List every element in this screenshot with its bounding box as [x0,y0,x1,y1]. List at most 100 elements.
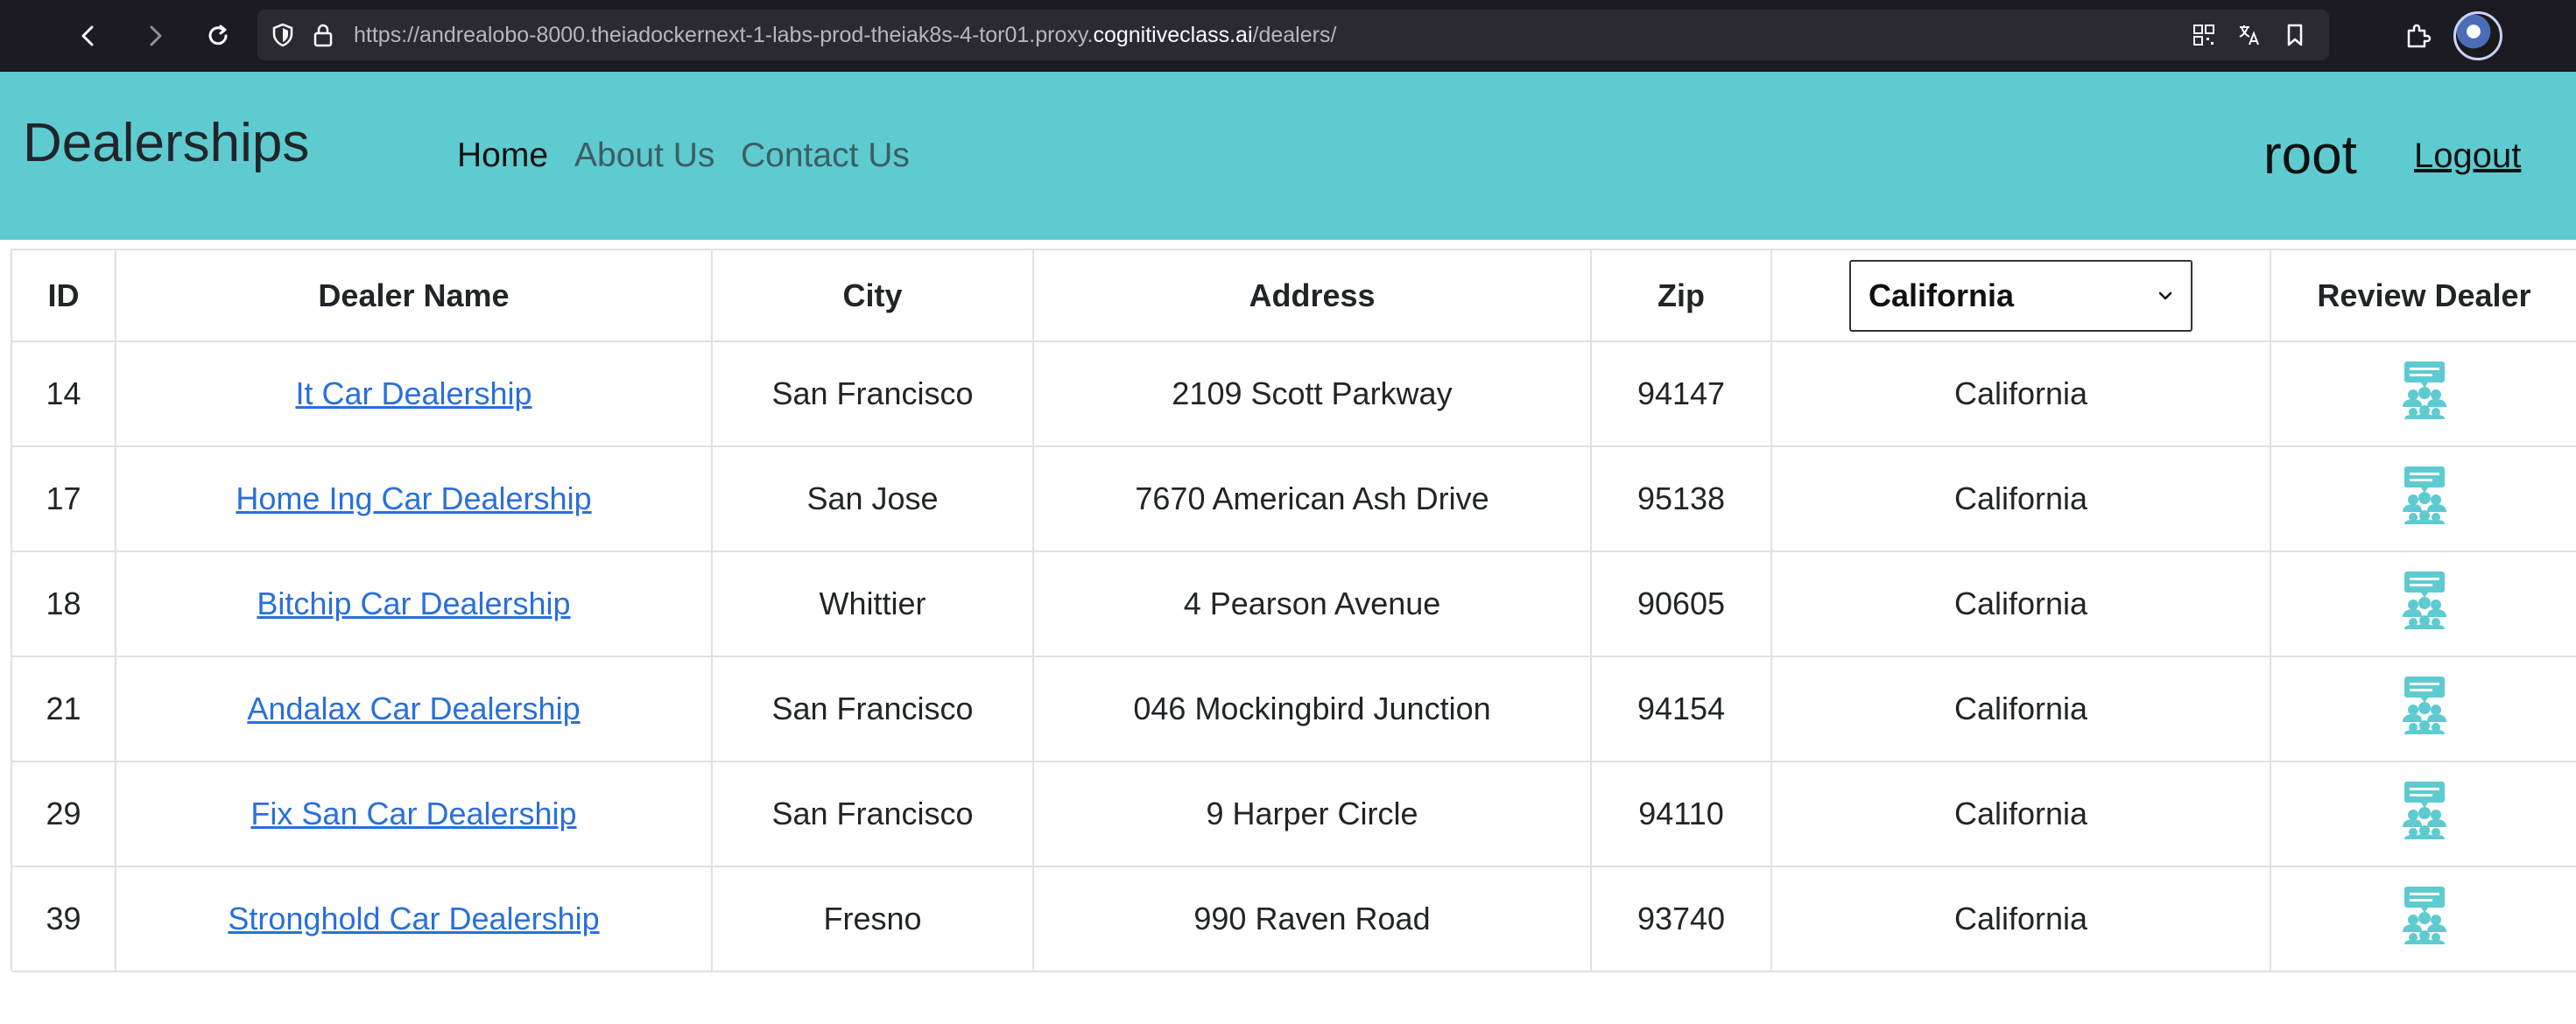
dealer-address: 990 Raven Road [1193,901,1431,936]
table-row: 21 Andalax Car Dealership San Francisco … [12,656,2576,762]
cell-city: Fresno [712,866,1034,972]
cell-address: 7670 American Ash Drive [1033,446,1592,552]
table-header-row: ID Dealer Name City Address Zip Californ… [12,250,2576,342]
cell-dealer-name: Fix San Car Dealership [116,761,713,867]
dealer-name-link[interactable]: Andalax Car Dealership [247,691,580,726]
review-people-icon[interactable] [2397,571,2452,629]
dealer-name-link[interactable]: Fix San Car Dealership [250,796,576,831]
url-prefix: https://andrealobo-8000.theiadockernext-… [354,23,1094,47]
nav-contact-link[interactable]: Contact Us [741,137,910,175]
dealer-address: 7670 American Ash Drive [1135,480,1489,516]
dealer-state: California [1953,901,2088,936]
lock-icon[interactable] [312,22,334,48]
url-path: /dealers/ [1252,23,1337,47]
review-people-icon[interactable] [2397,361,2452,419]
dealer-id: 17 [46,480,81,516]
dealer-zip: 95138 [1636,480,1726,516]
forward-button[interactable] [133,14,177,58]
dealer-zip: 94110 [1638,796,1724,831]
dealer-city: Whittier [819,586,926,621]
header-state-filter: California [1771,250,2271,342]
nav-about-link[interactable]: About Us [574,137,714,175]
cell-review [2270,551,2576,657]
cell-id: 14 [12,341,116,447]
header-city: City [712,250,1034,342]
cell-review [2270,866,2576,972]
dealer-city: San Francisco [771,375,974,411]
review-people-icon[interactable] [2397,781,2452,839]
dealers-table: ID Dealer Name City Address Zip Californ… [12,250,2576,972]
cell-state: California [1771,761,2271,867]
dealer-state: California [1953,375,2088,411]
dealer-id: 39 [46,901,81,936]
cell-id: 29 [12,761,116,867]
cell-city: Whittier [712,551,1034,657]
forward-arrow-icon [150,25,162,46]
back-button[interactable] [67,14,110,58]
header-zip: Zip [1591,250,1772,342]
table-row: 18 Bitchip Car Dealership Whittier 4 Pea… [12,551,2576,657]
state-filter-select[interactable]: California [1849,259,2192,332]
reload-icon [208,25,228,46]
qr-code-icon[interactable] [2189,20,2219,50]
browser-toolbar: https://andrealobo-8000.theiadockernext-… [0,0,2576,72]
bookmark-icon[interactable] [2280,20,2310,50]
cell-dealer-name: Bitchip Car Dealership [116,551,713,657]
dealer-state: California [1953,586,2088,621]
dealer-id: 18 [46,586,81,621]
table-row: 17 Home Ing Car Dealership San Jose 7670… [12,446,2576,552]
cell-zip: 93740 [1591,866,1772,972]
table-row: 39 Stronghold Car Dealership Fresno 990 … [12,866,2576,972]
dealers-table-container: ID Dealer Name City Address Zip Californ… [11,249,2576,972]
review-people-icon[interactable] [2397,886,2452,944]
review-people-icon[interactable] [2397,676,2452,734]
cell-address: 2109 Scott Parkway [1033,341,1592,447]
header-review-dealer: Review Dealer [2270,250,2576,342]
dealer-name-link[interactable]: It Car Dealership [295,375,531,411]
cell-city: San Jose [712,446,1034,552]
header-id: ID [12,250,116,342]
dealer-name-link[interactable]: Bitchip Car Dealership [257,586,570,621]
cell-zip: 94154 [1591,656,1772,762]
review-people-icon[interactable] [2397,466,2452,524]
url-domain: cognitiveclass.ai [1093,23,1253,47]
dealer-zip: 94147 [1636,375,1726,411]
cell-state: California [1771,656,2271,762]
cell-zip: 95138 [1591,446,1772,552]
brand-title[interactable]: Dealerships [23,112,309,174]
cell-zip: 94147 [1591,341,1772,447]
dealer-city: San Jose [806,480,939,516]
cell-id: 17 [12,446,116,552]
nav-home-link[interactable]: Home [457,137,548,175]
cell-dealer-name: Andalax Car Dealership [116,656,713,762]
url-bar[interactable]: https://andrealobo-8000.theiadockernext-… [257,10,2329,60]
shield-icon[interactable] [270,22,296,48]
dealer-state: California [1953,480,2088,516]
dealer-name-link[interactable]: Stronghold Car Dealership [228,901,599,936]
cell-city: San Francisco [712,341,1034,447]
cell-id: 18 [12,551,116,657]
username: root [2263,125,2357,186]
cell-address: 4 Pearson Avenue [1033,551,1592,657]
profile-avatar[interactable] [2453,11,2502,60]
logout-link[interactable]: Logout [2414,137,2521,176]
table-row: 14 It Car Dealership San Francisco 2109 … [12,341,2576,447]
table-row: 29 Fix San Car Dealership San Francisco … [12,761,2576,867]
extensions-icon[interactable] [2396,14,2439,58]
dealer-address: 9 Harper Circle [1206,796,1418,831]
header-dealer-name: Dealer Name [116,250,713,342]
header-address: Address [1033,250,1592,342]
dealer-name-link[interactable]: Home Ing Car Dealership [236,480,591,516]
cell-review [2270,341,2576,447]
reload-button[interactable] [196,14,240,58]
dealer-address: 2109 Scott Parkway [1172,375,1453,411]
back-arrow-icon [81,25,94,46]
translate-icon[interactable] [2235,20,2264,50]
cell-review [2270,446,2576,552]
dealer-zip: 93740 [1636,901,1726,936]
cell-state: California [1771,341,2271,447]
cell-zip: 90605 [1591,551,1772,657]
dealer-state: California [1953,796,2088,831]
url-text[interactable]: https://andrealobo-8000.theiadockernext-… [354,10,1336,60]
cell-state: California [1771,551,2271,657]
